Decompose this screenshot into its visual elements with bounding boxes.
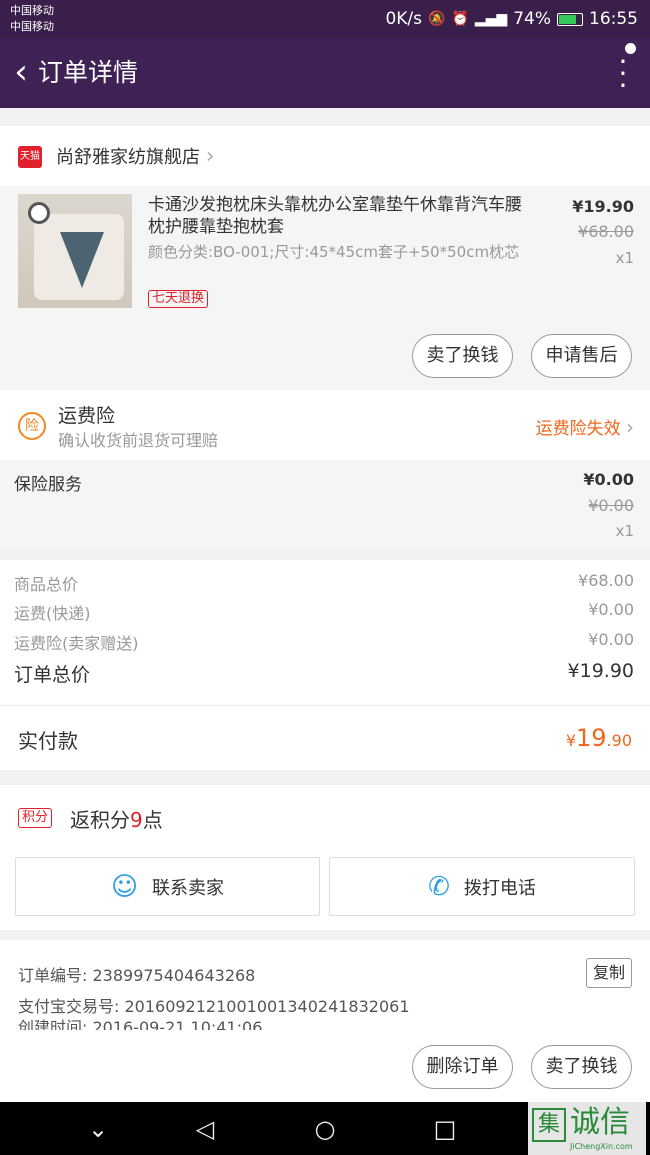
product-image[interactable]: [18, 194, 132, 308]
call-phone-button[interactable]: ✆ 拨打电话: [329, 857, 635, 916]
created-time-clip: 创建时间: 2016-09-21 10:41:06: [18, 1018, 418, 1030]
store-name[interactable]: 尚舒雅家纺旗舰店 ›: [56, 144, 215, 171]
points-prefix: 返积分: [70, 808, 130, 832]
chevron-right-icon: ›: [205, 144, 215, 169]
sell-swap-button[interactable]: 卖了换钱: [412, 334, 513, 378]
store-name-text: 尚舒雅家纺旗舰店: [56, 147, 200, 168]
insurance-service-price: ¥0.00: [583, 470, 634, 489]
freight-insurance-label: 运费险(卖家赠送): [14, 634, 139, 653]
call-phone-label: 拨打电话: [463, 877, 536, 899]
chevron-right-icon: ›: [626, 415, 634, 439]
insurance-status[interactable]: 运费险失效 ›: [536, 414, 634, 442]
product-qty: x1: [615, 249, 634, 267]
watermark-logo: 集: [532, 1108, 566, 1142]
network-speed: 0K/s: [385, 9, 423, 29]
signal-icon: ▂▄▆: [474, 11, 508, 27]
paid-amount: ¥19.90: [566, 724, 632, 752]
insurance-service-label: 保险服务: [14, 475, 82, 495]
home-circle-icon[interactable]: ○: [305, 1112, 345, 1146]
product-original-price: ¥68.00: [578, 222, 634, 241]
goods-total-label: 商品总价: [14, 575, 79, 594]
battery-icon: [557, 12, 583, 26]
paid-decimal: .90: [606, 731, 632, 750]
status-bar: 中国移动 中国移动 0K/s 🔕 ⏰ ▂▄▆ 74% 16:55: [0, 0, 650, 38]
clock-decor: [28, 202, 50, 224]
insurance-service-qty: x1: [615, 522, 634, 540]
app-header: ‹ 订单详情 · · ·: [0, 38, 650, 108]
battery-percent: 74%: [513, 9, 551, 29]
paid-label: 实付款: [18, 729, 78, 753]
carrier-name: 中国移动: [10, 4, 54, 17]
mute-icon: 🔕: [428, 11, 446, 27]
points-badge: 积分: [18, 808, 53, 828]
points-number: 9: [130, 808, 143, 832]
back-triangle-icon[interactable]: ◁: [185, 1112, 225, 1146]
watermark: 集 诚信 JiChengXin.com: [528, 1102, 646, 1155]
freight-value: ¥0.00: [588, 600, 634, 619]
page-title: 订单详情: [38, 58, 139, 87]
tmall-badge-icon: 天猫: [18, 146, 42, 168]
points-text: 返积分9点: [70, 804, 163, 833]
copy-button[interactable]: 复制: [586, 958, 632, 988]
insurance-status-text: 运费险失效: [535, 419, 621, 439]
goods-total-value: ¥68.00: [578, 571, 634, 590]
insurance-service-original-price: ¥0.00: [588, 496, 634, 515]
created-time: 创建时间: 2016-09-21 10:41:06: [18, 1018, 263, 1030]
back-icon[interactable]: ‹: [6, 52, 36, 92]
order-total-value: ¥19.90: [567, 660, 634, 682]
divider: [0, 705, 650, 706]
carrier-name-2: 中国移动: [10, 20, 54, 33]
return-policy-badge: 七天退换: [148, 290, 209, 308]
points-suffix: 点: [142, 808, 163, 832]
freight-insurance-value: ¥0.00: [588, 630, 634, 649]
price-summary: [0, 560, 650, 770]
insurance-service-row: [0, 460, 650, 550]
deer-pattern: [60, 232, 104, 288]
paid-currency: ¥: [565, 731, 576, 750]
more-menu-icon[interactable]: · · ·: [618, 48, 628, 100]
order-total-label: 订单总价: [14, 664, 91, 686]
after-sale-button[interactable]: 申请售后: [531, 334, 632, 378]
alipay-number: 支付宝交易号: 2016092121001001340241832061: [18, 997, 410, 1016]
recents-square-icon[interactable]: □: [425, 1112, 465, 1146]
clock: 16:55: [589, 9, 638, 29]
product-spec: 颜色分类:BO-001;尺寸:45*45cm套子+50*50cm枕芯: [148, 243, 520, 261]
insurance-icon: 险: [18, 412, 46, 440]
delete-order-button[interactable]: 删除订单: [412, 1045, 513, 1089]
product-title[interactable]: 卡通沙发抱枕床头靠枕办公室靠垫午休靠背汽车腰枕护腰靠垫抱枕套: [148, 194, 538, 238]
phone-icon: ✆: [428, 871, 450, 902]
insurance-title: 运费险: [58, 405, 116, 427]
paid-integer: 19: [576, 724, 607, 752]
insurance-subtitle: 确认收货前退货可理赔: [58, 431, 219, 450]
chat-face-icon: ☺: [110, 871, 139, 902]
watermark-url: JiChengXin.com: [570, 1142, 633, 1151]
sell-swap-button-bottom[interactable]: 卖了换钱: [531, 1045, 632, 1089]
watermark-text: 诚信: [570, 1105, 630, 1140]
order-number: 订单编号: 2389975404643268: [18, 966, 256, 985]
alarm-icon: ⏰: [451, 11, 469, 27]
product-price: ¥19.90: [572, 197, 634, 216]
contact-seller-label: 联系卖家: [152, 877, 225, 899]
chevron-down-icon[interactable]: ⌄: [78, 1112, 118, 1146]
notification-dot: [625, 43, 636, 54]
contact-seller-button[interactable]: ☺ 联系卖家: [15, 857, 320, 916]
freight-label: 运费(快递): [14, 604, 91, 623]
